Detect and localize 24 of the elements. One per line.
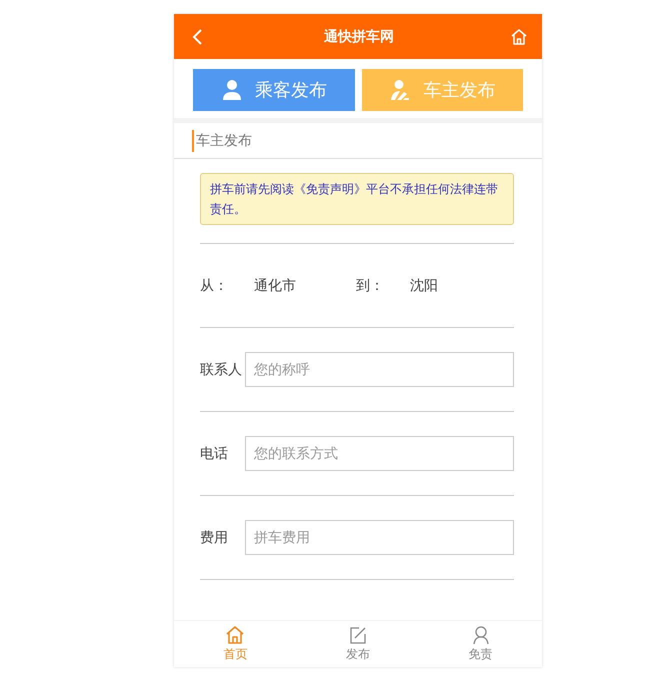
page-title: 通快拼车网 [324,28,394,46]
input-field[interactable]: 拼车费用 [245,520,514,555]
tab-item[interactable]: 免责 [419,621,542,667]
to-value: 沈阳 [410,276,439,294]
input-field[interactable]: 您的联系方式 [245,436,514,471]
field-label: 电话 [200,444,229,462]
section-title: 车主发布 [192,130,252,152]
notice-banner: 拼车前请先阅读《免责声明》平台不承担任何法律连带责任。 [200,173,514,225]
publish-button[interactable]: 车主发布 [362,69,523,111]
input-field[interactable]: 您的称呼 [245,352,514,387]
publish-button[interactable]: 乘客发布 [193,69,354,111]
person-icon [470,625,491,645]
to-label: 到： [356,276,385,294]
from-label: 从： [200,276,229,294]
person-pen-icon [389,79,412,101]
home-icon [225,625,246,645]
tab-item[interactable]: 首页 [174,621,297,667]
edit-icon [348,625,368,645]
field-label: 费用 [200,528,229,546]
field-label: 联系人 [200,360,243,378]
person-icon [220,79,243,101]
from-value: 通化市 [254,276,297,294]
tab-item[interactable]: 发布 [296,621,420,667]
home-icon[interactable] [510,28,528,46]
